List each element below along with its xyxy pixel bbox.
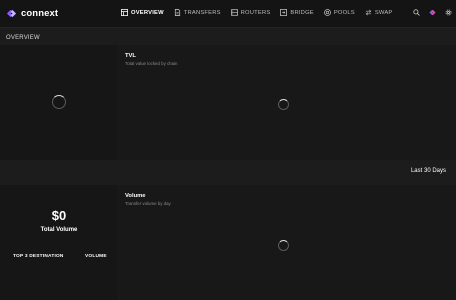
gear-icon[interactable] [445,9,452,16]
nav-bridge-label: BRIDGE [290,9,314,16]
connext-icon[interactable] [429,9,436,16]
top-navbar: connext OVERVIEW TRANSFERS ROUTERS BRIDG… [0,0,456,28]
nav-pools[interactable]: POOLS [323,9,355,16]
server-icon [230,9,238,16]
nav-transfers[interactable]: TRANSFERS [174,9,221,16]
tvl-title: TVL [125,53,136,59]
tvl-card: TVL Total value locked by chain [119,45,456,160]
connext-logo-icon [6,9,17,18]
nav-overview[interactable]: OVERVIEW [121,9,164,16]
total-volume-label: Total Volume [40,227,78,233]
volume-summary-panel [0,185,118,300]
loading-spinner [52,95,66,109]
document-icon [174,9,180,16]
total-volume-value: $0 [51,208,67,223]
volume-subtitle: Transfer volume by day [125,201,171,206]
nav-bridge[interactable]: BRIDGE [280,9,314,16]
nav-routers[interactable]: ROUTERS [230,9,271,16]
grid-icon [121,9,128,16]
logo[interactable]: connext [6,8,58,19]
top-destination-header: TOP 3 DESTINATION [13,254,64,259]
nav-overview-label: OVERVIEW [131,9,164,16]
search-icon[interactable] [413,9,420,16]
bridge-icon [280,9,288,16]
loading-spinner [278,240,289,251]
header-actions [413,9,452,16]
loading-spinner [278,99,289,110]
period-selector[interactable]: Last 30 Days [411,168,446,174]
nav-transfers-label: TRANSFERS [183,9,221,16]
overview-left-panel [0,45,118,160]
overview-heading: OVERVIEW [6,35,40,41]
swap-icon [365,9,372,16]
nav-pools-label: POOLS [333,9,355,16]
app-name: connext [21,8,59,19]
nav-swap-label: SWAP [374,9,393,16]
nav-routers-label: ROUTERS [240,9,271,16]
volume-card: Volume Transfer volume by day [119,185,456,300]
tvl-subtitle: Total value locked by chain [125,61,178,66]
main-nav: OVERVIEW TRANSFERS ROUTERS BRIDGE POOLS … [121,9,403,16]
volume-column-header: VOLUME [85,254,107,259]
volume-title: Volume [125,193,146,199]
pool-icon [323,9,331,16]
nav-swap[interactable]: SWAP [365,9,393,16]
